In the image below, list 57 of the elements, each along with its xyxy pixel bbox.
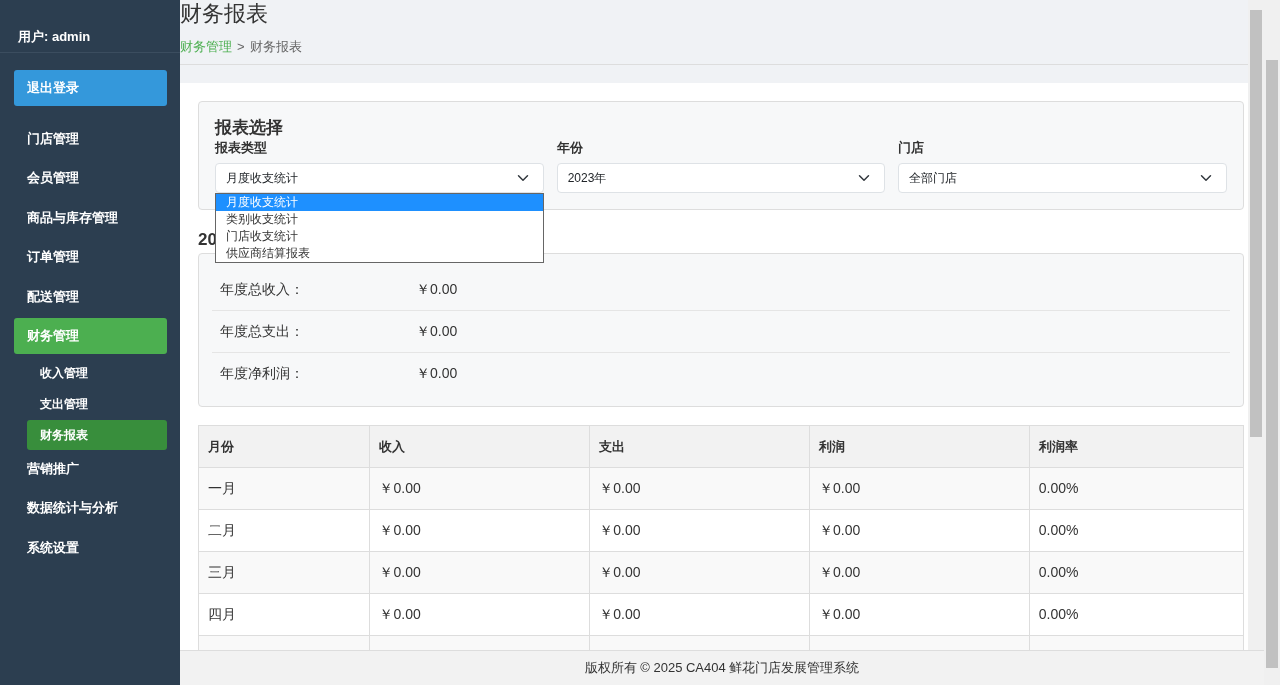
scrollbar-thumb[interactable] bbox=[1250, 10, 1262, 437]
field-label: 报表类型 bbox=[215, 139, 268, 158]
dropdown-option[interactable]: 供应商结算报表 bbox=[216, 244, 543, 262]
table-cell: ￥0.00 bbox=[369, 551, 590, 594]
field-label: 门店 bbox=[898, 139, 926, 158]
sidebar-item[interactable]: 系统设置 bbox=[14, 529, 167, 565]
table-cell: ￥0.00 bbox=[809, 467, 1030, 510]
table-cell: 三月 bbox=[198, 551, 370, 594]
dropdown-option[interactable]: 门店收支统计 bbox=[216, 227, 543, 245]
select-field[interactable]: 月度收支统计 bbox=[215, 162, 544, 193]
table-cell: ￥0.00 bbox=[369, 593, 590, 636]
table-cell: ￥0.00 bbox=[369, 509, 590, 552]
table-cell: 0.00% bbox=[1029, 467, 1244, 510]
table-cell: 0.00% bbox=[1029, 509, 1244, 552]
column-header: 支出 bbox=[589, 425, 810, 468]
table-cell: 一月 bbox=[198, 467, 370, 510]
table-cell: 0.00% bbox=[1029, 593, 1244, 636]
summary-label: 年度净利润： bbox=[219, 364, 305, 384]
table-cell: 四月 bbox=[198, 593, 370, 636]
section-title: 报表选择 bbox=[215, 118, 284, 139]
table-cell: ￥0.00 bbox=[589, 593, 810, 636]
sidebar-item[interactable]: 营销推广 bbox=[14, 450, 167, 486]
sidebar-subitem[interactable]: 财务报表 bbox=[27, 419, 167, 450]
column-header: 利润 bbox=[809, 425, 1030, 468]
summary-value: ￥0.00 bbox=[416, 364, 458, 384]
sidebar-item[interactable]: 会员管理 bbox=[14, 160, 167, 196]
scrollbar-thumb[interactable] bbox=[1266, 60, 1278, 668]
column-header: 利润率 bbox=[1029, 425, 1244, 468]
sidebar-item[interactable]: 商品与库存管理 bbox=[14, 199, 167, 235]
summary-label: 年度总收入： bbox=[219, 280, 305, 300]
table-cell: ￥0.00 bbox=[369, 467, 590, 510]
field-label: 年份 bbox=[556, 139, 584, 158]
table-cell: ￥0.00 bbox=[589, 467, 810, 510]
breadcrumb-text: > bbox=[237, 38, 245, 56]
table-cell: ￥0.00 bbox=[589, 509, 810, 552]
table-cell: ￥0.00 bbox=[809, 509, 1030, 552]
sidebar-item[interactable]: 订单管理 bbox=[14, 239, 167, 275]
summary-value: ￥0.00 bbox=[416, 280, 458, 300]
page-title: 财务报表 bbox=[180, 0, 269, 28]
summary-label: 年度总支出： bbox=[219, 322, 305, 342]
table-cell: ￥0.00 bbox=[589, 551, 810, 594]
select-field[interactable]: 2023年 bbox=[556, 162, 886, 193]
table-cell: ￥0.00 bbox=[809, 593, 1030, 636]
sidebar-item[interactable]: 门店管理 bbox=[14, 120, 167, 156]
sidebar-item[interactable]: 数据统计与分析 bbox=[14, 490, 167, 526]
summary-value: ￥0.00 bbox=[416, 322, 458, 342]
select-field[interactable]: 全部门店 bbox=[898, 162, 1227, 193]
column-header: 月份 bbox=[198, 425, 370, 468]
table-cell: ￥0.00 bbox=[809, 551, 1030, 594]
sidebar-item[interactable]: 配送管理 bbox=[14, 278, 167, 314]
table-cell: 0.00% bbox=[1029, 551, 1244, 594]
breadcrumb-text: 财务报表 bbox=[249, 38, 302, 56]
column-header: 收入 bbox=[369, 425, 590, 468]
sidebar-subitem[interactable]: 收入管理 bbox=[27, 357, 167, 388]
table-cell: 二月 bbox=[198, 509, 370, 552]
dropdown-option[interactable]: 类别收支统计 bbox=[216, 210, 543, 228]
sidebar-subitem[interactable]: 支出管理 bbox=[27, 388, 167, 419]
